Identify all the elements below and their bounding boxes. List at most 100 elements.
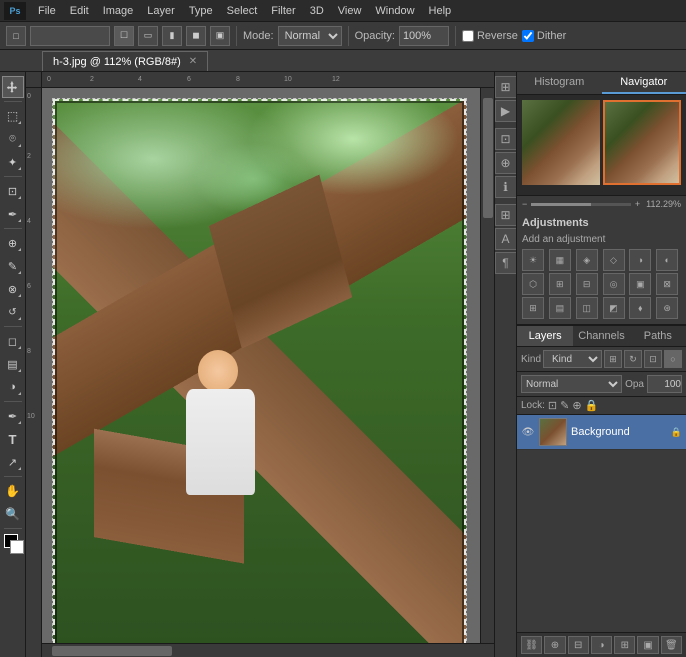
zoom-tool[interactable]: 🔍: [2, 503, 24, 525]
blend-mode-icon-1[interactable]: ☐: [114, 26, 134, 46]
zoom-out-icon[interactable]: −: [522, 199, 527, 209]
marquee-tool[interactable]: ⬚: [2, 105, 24, 127]
doc-tab[interactable]: h-3.jpg @ 112% (RGB/8#) ✕: [42, 51, 208, 71]
tab-channels[interactable]: Channels: [573, 326, 629, 346]
horizontal-scrollbar[interactable]: [42, 643, 494, 657]
adj-threshold[interactable]: ▤: [549, 297, 571, 319]
v-scrollbar-thumb[interactable]: [483, 98, 493, 218]
tab-histogram[interactable]: Histogram: [517, 72, 602, 94]
layers-filter-btn[interactable]: ⊡: [644, 350, 662, 368]
blend-mode-icon-2[interactable]: ▭: [138, 26, 158, 46]
adj-photofilter[interactable]: ⊟: [576, 273, 598, 295]
opacity-input[interactable]: [399, 26, 449, 46]
menu-view[interactable]: View: [332, 3, 368, 19]
tab-navigator[interactable]: Navigator: [602, 72, 686, 94]
menu-window[interactable]: Window: [369, 3, 420, 19]
dither-checkbox[interactable]: [522, 30, 534, 42]
mode-select[interactable]: Normal Multiply Screen: [278, 26, 342, 46]
lock-brush-icon[interactable]: ✎: [560, 399, 569, 412]
blend-mode-icon-3[interactable]: ▮: [162, 26, 182, 46]
adjustment-layer-btn[interactable]: ◑: [591, 636, 612, 654]
move-tool[interactable]: [2, 76, 24, 98]
opacity-value-input[interactable]: [647, 375, 682, 393]
adj-exposure[interactable]: ◇: [603, 249, 625, 271]
crop-tool[interactable]: ⊡: [2, 180, 24, 202]
menu-help[interactable]: Help: [423, 3, 458, 19]
adj-curves[interactable]: ◈: [576, 249, 598, 271]
icon-strip-btn-5[interactable]: ℹ: [495, 176, 517, 198]
menu-type[interactable]: Type: [183, 3, 219, 19]
canvas-content[interactable]: [42, 88, 494, 657]
lasso-tool[interactable]: ⌾: [2, 128, 24, 150]
zoom-in-icon[interactable]: +: [635, 199, 640, 209]
type-tool[interactable]: T: [2, 428, 24, 450]
icon-strip-btn-6[interactable]: ⊞: [495, 204, 517, 226]
magic-wand-tool[interactable]: ✦: [2, 151, 24, 173]
clone-stamp-tool[interactable]: ⊗: [2, 278, 24, 300]
layers-toggle-filter[interactable]: ○: [664, 350, 682, 368]
tab-paths[interactable]: Paths: [630, 326, 686, 346]
color-swatches[interactable]: [2, 532, 24, 554]
zoom-slider[interactable]: [531, 203, 631, 206]
menu-file[interactable]: File: [32, 3, 62, 19]
blend-mode-select[interactable]: Normal Multiply Screen: [521, 375, 622, 393]
adj-brightness[interactable]: ☀: [522, 249, 544, 271]
gradient-tool[interactable]: ▤: [2, 353, 24, 375]
path-selection-tool[interactable]: ↗: [2, 451, 24, 473]
blend-mode-icon-5[interactable]: ▣: [210, 26, 230, 46]
adj-colorbalance[interactable]: ⬡: [522, 273, 544, 295]
eyedropper-tool[interactable]: ✒: [2, 203, 24, 225]
adj-extra-2[interactable]: ⊛: [656, 297, 678, 319]
eraser-tool[interactable]: ◻: [2, 330, 24, 352]
blend-mode-icon-4[interactable]: ◼: [186, 26, 206, 46]
reverse-checkbox[interactable]: [462, 30, 474, 42]
new-group-btn[interactable]: ⊞: [614, 636, 635, 654]
tab-layers[interactable]: Layers: [517, 326, 573, 346]
brush-tool[interactable]: ✎: [2, 255, 24, 277]
dodge-tool[interactable]: ◑: [2, 376, 24, 398]
layers-options-btn[interactable]: ↻: [624, 350, 642, 368]
tool-option-btn-1[interactable]: □: [6, 26, 26, 46]
new-layer-btn[interactable]: ▣: [637, 636, 658, 654]
adj-bw[interactable]: ⊞: [549, 273, 571, 295]
layer-style-btn[interactable]: ⊕: [544, 636, 565, 654]
lock-transparent-icon[interactable]: ⊡: [548, 399, 557, 412]
menu-image[interactable]: Image: [97, 3, 140, 19]
hand-tool[interactable]: ✋: [2, 480, 24, 502]
icon-strip-btn-4[interactable]: ⊕: [495, 152, 517, 174]
icon-strip-btn-8[interactable]: ¶: [495, 252, 517, 274]
icon-strip-btn-7[interactable]: A: [495, 228, 517, 250]
adj-invert[interactable]: ⊠: [656, 273, 678, 295]
history-brush-tool[interactable]: ↺: [2, 301, 24, 323]
icon-strip-btn-2[interactable]: ▶: [495, 100, 517, 122]
layers-add-btn[interactable]: ⊞: [604, 350, 622, 368]
adj-hsl[interactable]: ◐: [656, 249, 678, 271]
layer-mask-btn[interactable]: ⊟: [568, 636, 589, 654]
kind-select[interactable]: Kind: [543, 350, 602, 368]
bg-color[interactable]: [10, 540, 24, 554]
lock-all-icon[interactable]: 🔒: [585, 399, 599, 412]
healing-tool[interactable]: ⊕: [2, 232, 24, 254]
icon-strip-btn-1[interactable]: ⊞: [495, 76, 517, 98]
pen-tool[interactable]: ✒: [2, 405, 24, 427]
tab-close-btn[interactable]: ✕: [189, 56, 197, 67]
layer-item-background[interactable]: 👁 Background 🔒: [517, 415, 686, 450]
adj-colorlookup[interactable]: ▣: [629, 273, 651, 295]
menu-layer[interactable]: Layer: [141, 3, 181, 19]
adj-selective-color[interactable]: ◩: [603, 297, 625, 319]
link-layers-btn[interactable]: ⛓: [521, 636, 542, 654]
h-scrollbar-thumb[interactable]: [52, 646, 172, 656]
menu-filter[interactable]: Filter: [265, 3, 301, 19]
delete-layer-btn[interactable]: 🗑: [661, 636, 682, 654]
adj-vibrance[interactable]: ◑: [629, 249, 651, 271]
menu-select[interactable]: Select: [221, 3, 264, 19]
adj-posterize[interactable]: ⊞: [522, 297, 544, 319]
menu-3d[interactable]: 3D: [304, 3, 330, 19]
lock-position-icon[interactable]: ⊕: [572, 399, 581, 412]
adj-gradient-map[interactable]: ◫: [576, 297, 598, 319]
layer-list[interactable]: 👁 Background 🔒: [517, 415, 686, 632]
adj-extra-1[interactable]: ⬧: [629, 297, 651, 319]
adj-channelmixer[interactable]: ◎: [603, 273, 625, 295]
icon-strip-btn-3[interactable]: ⊡: [495, 128, 517, 150]
brush-preset[interactable]: [30, 26, 110, 46]
